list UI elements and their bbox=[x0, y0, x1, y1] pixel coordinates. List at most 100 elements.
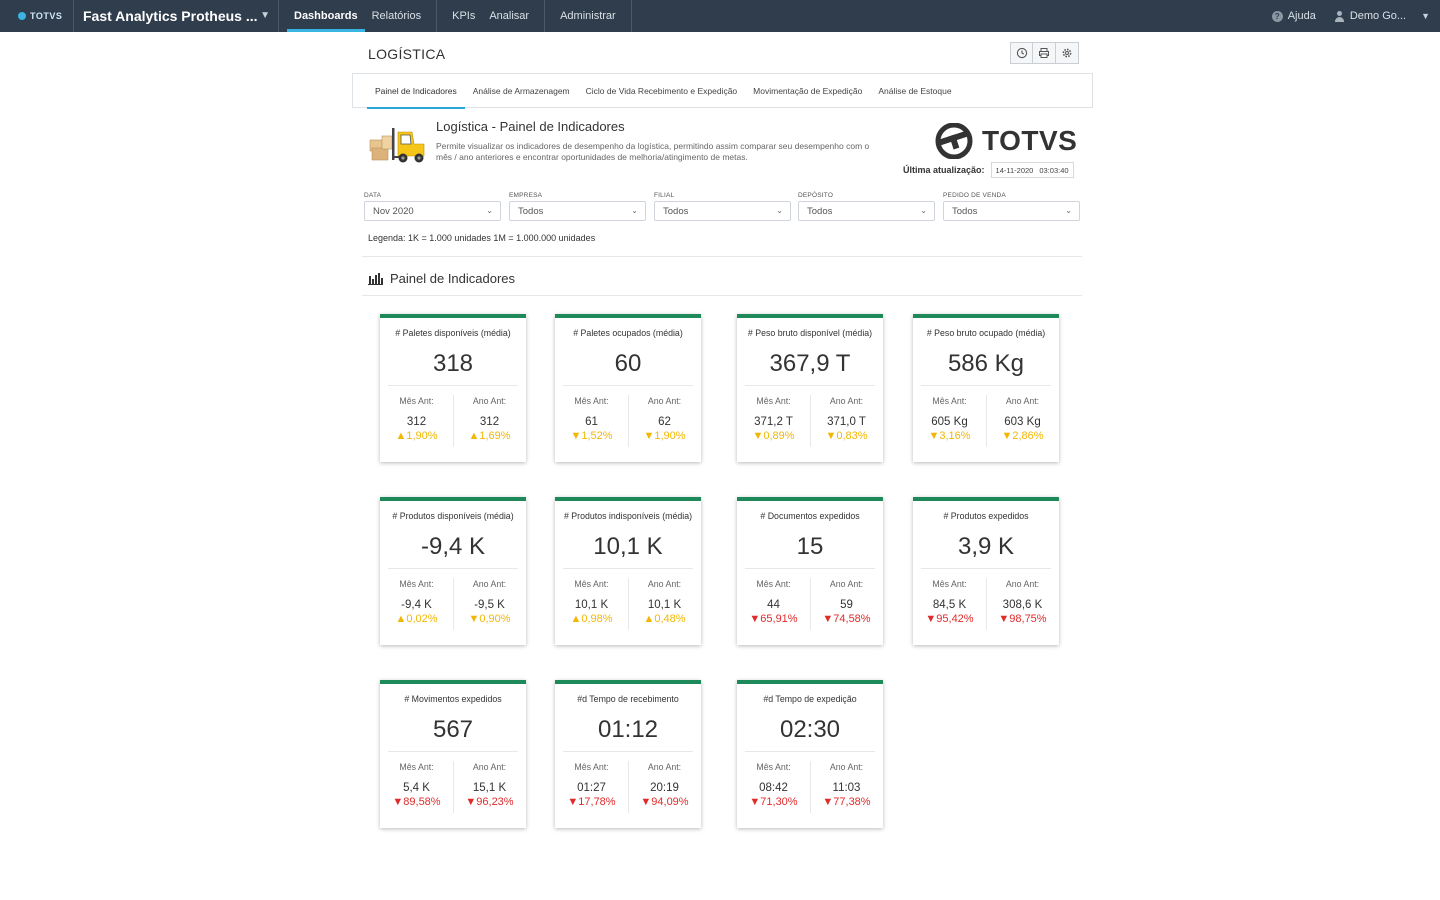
last-update-time: 03:03:40 bbox=[1039, 165, 1069, 175]
tab-analise-estoque[interactable]: Análise de Estoque bbox=[870, 73, 959, 108]
filter-data: DATA Nov 2020 ⌄ bbox=[364, 192, 501, 221]
prev-month-value: 44 bbox=[767, 599, 780, 611]
prev-month-change: ▼71,30% bbox=[749, 796, 798, 808]
prev-year-value: 59 bbox=[840, 599, 853, 611]
dashboard-tabs: Painel de Indicadores Análise de Armazen… bbox=[352, 73, 1093, 109]
filter-empresa: EMPRESA Todos ⌄ bbox=[509, 192, 646, 221]
schedule-button[interactable] bbox=[1010, 42, 1033, 64]
filter-pedido-venda-select[interactable]: Todos ⌄ bbox=[943, 201, 1080, 221]
help-label: Ajuda bbox=[1287, 10, 1316, 22]
prev-month-value: 01:27 bbox=[577, 782, 606, 794]
prev-year-value: 312 bbox=[479, 416, 500, 428]
kpi-card[interactable]: # Peso bruto disponível (média) 367,9 T Mê… bbox=[737, 314, 883, 462]
kpi-value: 586 Kg bbox=[947, 350, 1025, 377]
prev-month-value: 312 bbox=[406, 416, 427, 428]
nav-group-2: KPIs Analisar bbox=[437, 0, 546, 32]
kpi-prev-year: Ano Ant: 11:03 ▼77,38% bbox=[810, 762, 883, 808]
filter-value: Nov 2020 bbox=[373, 205, 414, 217]
tab-analise-armazenagem[interactable]: Análise de Armazenagem bbox=[465, 73, 578, 108]
prev-year-change: ▲0,48% bbox=[643, 613, 686, 625]
brand-text: TOTVS bbox=[982, 125, 1078, 156]
prev-year-value: 10,1 K bbox=[647, 599, 682, 611]
user-name: Demo Go... bbox=[1349, 10, 1407, 22]
kpi-card[interactable]: # Paletes disponíveis (média) 318 Mês Ant:… bbox=[380, 314, 526, 462]
divider bbox=[745, 568, 875, 569]
filter-empresa-select[interactable]: Todos ⌄ bbox=[509, 201, 646, 221]
chevron-down-icon: ⌄ bbox=[631, 206, 638, 215]
kpi-card[interactable]: # Produtos disponíveis (média) -9,4 K Mês … bbox=[380, 497, 526, 645]
kpi-value: 567 bbox=[432, 716, 474, 743]
kpi-card[interactable]: # Movimentos expedidos 567 Mês Ant: 5,4 K ▼8… bbox=[380, 680, 526, 828]
kpi-prev-month: Mês Ant: 312 ▲1,90% bbox=[380, 396, 453, 442]
prev-month-label: Mês Ant: bbox=[574, 579, 609, 589]
filter-label: EMPRESA bbox=[509, 192, 543, 199]
kpi-prev-month: Mês Ant: 08:42 ▼71,30% bbox=[737, 762, 810, 808]
kpi-value: 60 bbox=[614, 350, 642, 377]
tab-movimentacao-expedicao[interactable]: Movimentação de Expedição bbox=[745, 73, 870, 108]
prev-year-change: ▼0,90% bbox=[468, 613, 511, 625]
chevron-down-icon: ▼ bbox=[260, 10, 270, 21]
kpi-title: # Movimentos expedidos bbox=[404, 694, 502, 704]
prev-year-change: ▼2,86% bbox=[1001, 430, 1044, 442]
prev-year-label: Ano Ant: bbox=[647, 762, 682, 772]
prev-year-value: 15,1 K bbox=[472, 782, 507, 794]
prev-month-change: ▼89,58% bbox=[392, 796, 441, 808]
prev-month-label: Mês Ant: bbox=[932, 579, 967, 589]
prev-month-label: Mês Ant: bbox=[756, 396, 791, 406]
prev-month-label: Mês Ant: bbox=[756, 579, 791, 589]
kpi-prev-month: Mês Ant: 84,5 K ▼95,42% bbox=[913, 579, 986, 625]
prev-month-change: ▲1,90% bbox=[395, 430, 438, 442]
user-menu[interactable]: Demo Go... ▼ bbox=[1334, 10, 1430, 22]
filter-data-select[interactable]: Nov 2020 ⌄ bbox=[364, 201, 501, 221]
filter-filial: FILIAL Todos ⌄ bbox=[654, 192, 791, 221]
kpi-prev-year: Ano Ant: 10,1 K ▲0,48% bbox=[628, 579, 701, 625]
units-legend: Legenda: 1K = 1.000 unidades 1M = 1.000.… bbox=[368, 233, 596, 243]
prev-month-change: ▲0,98% bbox=[570, 613, 613, 625]
filter-deposito-select[interactable]: Todos ⌄ bbox=[798, 201, 935, 221]
forklift-icon bbox=[369, 128, 425, 163]
prev-year-label: Ano Ant: bbox=[1005, 579, 1040, 589]
kpi-title: # Produtos disponíveis (média) bbox=[392, 511, 514, 521]
tab-painel-indicadores[interactable]: Painel de Indicadores bbox=[367, 73, 465, 109]
prev-month-label: Mês Ant: bbox=[756, 762, 791, 772]
nav-relatorios[interactable]: Relatórios bbox=[365, 0, 429, 32]
prev-month-label: Mês Ant: bbox=[399, 762, 434, 772]
prev-month-value: 10,1 K bbox=[574, 599, 609, 611]
kpi-prev-year: Ano Ant: -9,5 K ▼0,90% bbox=[453, 579, 526, 625]
prev-year-label: Ano Ant: bbox=[647, 579, 682, 589]
prev-month-value: 371,2 T bbox=[754, 416, 793, 428]
kpi-prev-month: Mês Ant: 371,2 T ▼0,89% bbox=[737, 396, 810, 442]
divider bbox=[388, 751, 518, 752]
kpi-card[interactable]: #d Tempo de expedição 02:30 Mês Ant: 08:42 ▼… bbox=[737, 680, 883, 828]
kpi-card[interactable]: #d Tempo de recebimento 01:12 Mês Ant: 01:2… bbox=[555, 680, 701, 828]
nav-dashboards[interactable]: Dashboards bbox=[287, 0, 365, 32]
print-button[interactable] bbox=[1033, 42, 1056, 64]
help-link[interactable]: ? Ajuda bbox=[1271, 10, 1316, 22]
printer-icon bbox=[1039, 48, 1049, 58]
kpi-card[interactable]: # Produtos indisponíveis (média) 10,1 K Mê… bbox=[555, 497, 701, 645]
prev-year-change: ▼96,23% bbox=[465, 796, 514, 808]
kpi-value: 10,1 K bbox=[593, 533, 663, 560]
prev-year-value: 603 Kg bbox=[1004, 416, 1041, 428]
totvs-brand: TOTVS bbox=[934, 123, 1077, 159]
tab-ciclo-vida[interactable]: Ciclo de Vida Recebimento e Expedição bbox=[578, 73, 746, 108]
divider bbox=[362, 295, 1082, 296]
kpi-card[interactable]: # Paletes ocupados (média) 60 Mês Ant: 61 ▼1… bbox=[555, 314, 701, 462]
totvs-logo[interactable]: TOTVS bbox=[0, 0, 74, 32]
kpi-card[interactable]: # Peso bruto ocupado (média) 586 Kg Mês An… bbox=[913, 314, 1059, 462]
kpi-title: # Produtos expedidos bbox=[943, 511, 1029, 521]
app-selector[interactable]: Fast Analytics Protheus ... ▼ bbox=[74, 0, 279, 32]
settings-button[interactable] bbox=[1056, 42, 1079, 64]
prev-month-value: 5,4 K bbox=[403, 782, 430, 794]
nav-administrar[interactable]: Administrar bbox=[553, 0, 623, 32]
prev-month-label: Mês Ant: bbox=[574, 762, 609, 772]
filter-filial-select[interactable]: Todos ⌄ bbox=[654, 201, 791, 221]
kpi-card[interactable]: # Produtos expedidos 3,9 K Mês Ant: 84,5 K ▼… bbox=[913, 497, 1059, 645]
chevron-down-icon: ⌄ bbox=[776, 206, 783, 215]
nav-kpis[interactable]: KPIs bbox=[445, 0, 482, 32]
prev-year-label: Ano Ant: bbox=[472, 396, 507, 406]
kpi-card[interactable]: # Documentos expedidos 15 Mês Ant: 44 ▼65,91… bbox=[737, 497, 883, 645]
filter-value: Todos bbox=[952, 205, 978, 217]
prev-year-change: ▼74,58% bbox=[822, 613, 871, 625]
nav-analisar[interactable]: Analisar bbox=[482, 0, 536, 32]
